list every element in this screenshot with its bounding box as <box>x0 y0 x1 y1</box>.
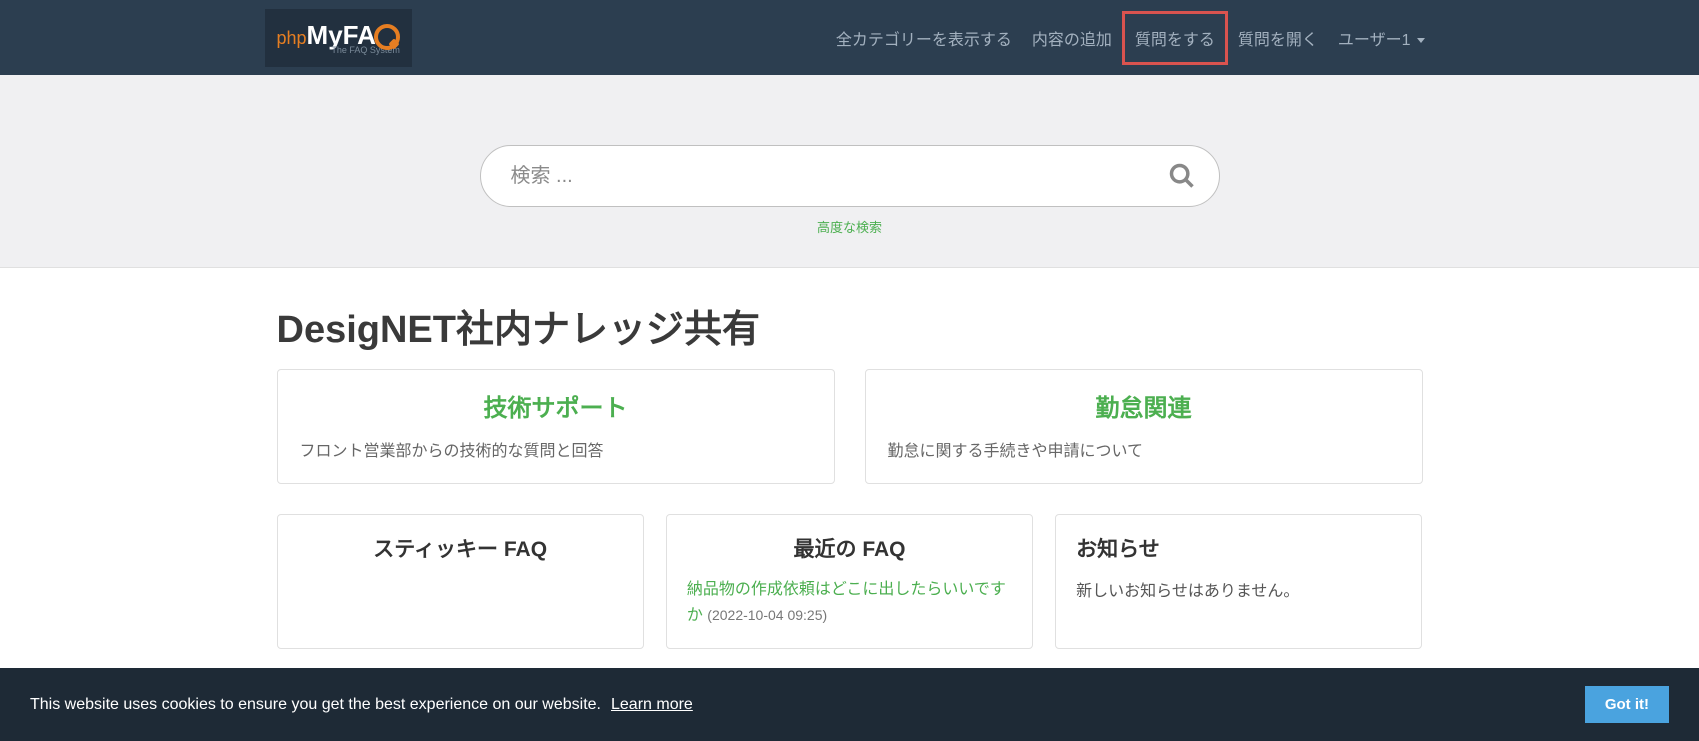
category-row: 技術サポート フロント営業部からの技術的な質問と回答 勤怠関連 勤怠に関する手続… <box>277 369 1423 484</box>
widget-title: 最近の FAQ <box>687 533 1012 563</box>
category-card-attendance[interactable]: 勤怠関連 勤怠に関する手続きや申請について <box>865 369 1423 484</box>
nav-ask-question[interactable]: 質問をする <box>1122 11 1228 65</box>
widget-recent-faq: 最近の FAQ 納品物の作成依頼はどこに出したらいいですか (2022-10-0… <box>666 514 1033 649</box>
widget-news: お知らせ 新しいお知らせはありません。 <box>1055 514 1422 649</box>
search-box <box>480 145 1220 207</box>
nav-add-content[interactable]: 内容の追加 <box>1022 18 1122 58</box>
search-wrap: 高度な検索 <box>480 145 1220 237</box>
category-desc: フロント営業部からの技術的な質問と回答 <box>300 437 812 461</box>
cookie-message: This website uses cookies to ensure you … <box>30 696 601 714</box>
category-title: 技術サポート <box>300 388 812 423</box>
advanced-search-link[interactable]: 高度な検索 <box>817 217 882 236</box>
navbar-inner: phpMyFA The FAQ System 全カテゴリーを表示する 内容の追加… <box>265 9 1435 67</box>
cookie-accept-button[interactable]: Got it! <box>1585 686 1669 723</box>
category-title: 勤怠関連 <box>888 388 1400 423</box>
recent-faq-date: (2022-10-04 09:25) <box>707 607 827 623</box>
category-card-tech-support[interactable]: 技術サポート フロント営業部からの技術的な質問と回答 <box>277 369 835 484</box>
page-title: DesigNET社内ナレッジ共有 <box>277 298 1423 353</box>
widget-sticky-faq: スティッキー FAQ <box>277 514 644 649</box>
search-icon[interactable] <box>1168 162 1196 190</box>
logo-text-wrap: phpMyFA The FAQ System <box>277 20 400 55</box>
cookie-learn-more-link[interactable]: Learn more <box>611 696 693 714</box>
nav-open-question[interactable]: 質問を開く <box>1228 18 1328 58</box>
logo[interactable]: phpMyFA The FAQ System <box>265 9 412 67</box>
cookie-bar: This website uses cookies to ensure you … <box>0 668 1699 741</box>
logo-q-icon <box>374 24 400 50</box>
nav-links: 全カテゴリーを表示する 内容の追加 質問をする 質問を開く ユーザー1 <box>826 11 1435 65</box>
main-content: DesigNET社内ナレッジ共有 技術サポート フロント営業部からの技術的な質問… <box>265 268 1435 669</box>
news-empty-text: 新しいお知らせはありません。 <box>1076 577 1401 601</box>
widget-title: お知らせ <box>1076 533 1401 563</box>
cookie-left: This website uses cookies to ensure you … <box>30 696 693 714</box>
search-input[interactable] <box>480 145 1220 207</box>
hero-section: 高度な検索 <box>0 75 1699 268</box>
nav-show-all-categories[interactable]: 全カテゴリーを表示する <box>826 18 1022 58</box>
logo-prefix: php <box>277 28 307 48</box>
navbar: phpMyFA The FAQ System 全カテゴリーを表示する 内容の追加… <box>0 0 1699 75</box>
recent-faq-item: 納品物の作成依頼はどこに出したらいいですか (2022-10-04 09:25) <box>687 577 1012 628</box>
category-desc: 勤怠に関する手続きや申請について <box>888 437 1400 461</box>
widgets-row: スティッキー FAQ 最近の FAQ 納品物の作成依頼はどこに出したらいいですか… <box>277 514 1423 649</box>
widget-title: スティッキー FAQ <box>298 533 623 563</box>
nav-user-dropdown[interactable]: ユーザー1 <box>1328 18 1435 58</box>
